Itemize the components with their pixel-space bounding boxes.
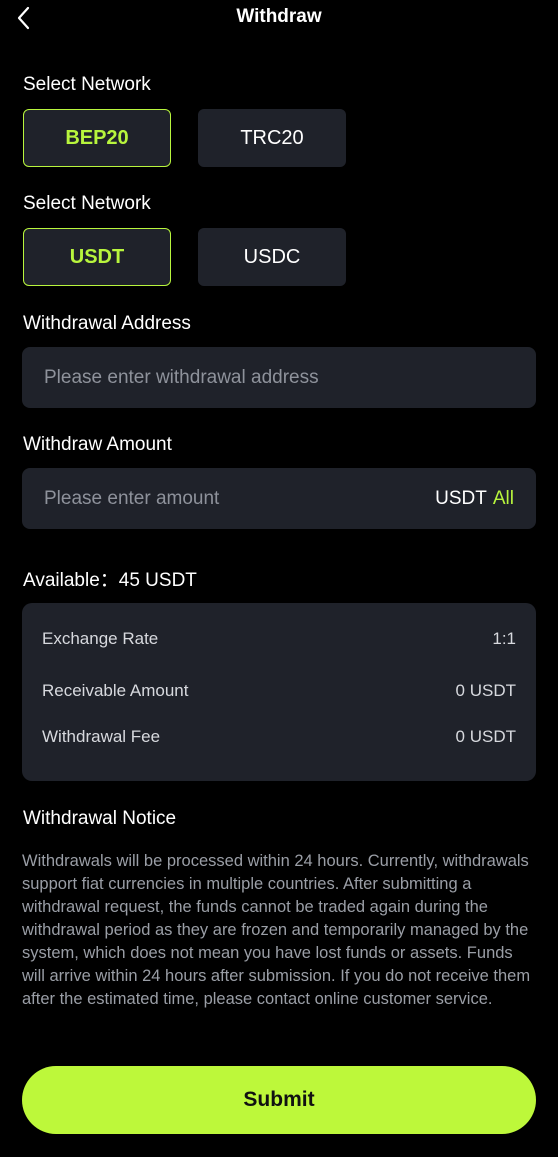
info-card: Exchange Rate 1:1 Receivable Amount 0 US… (22, 603, 536, 781)
available-value: 45 USDT (118, 570, 197, 591)
exchange-rate-label: Exchange Rate (42, 629, 159, 648)
receivable-amount-row: Receivable Amount 0 USDT (42, 679, 516, 703)
receivable-amount-label: Receivable Amount (42, 681, 189, 700)
currency-option-usdt[interactable]: USDT (23, 228, 171, 286)
amount-label: Withdraw Amount (23, 434, 172, 455)
header-bar: Withdraw (0, 0, 558, 36)
available-balance: Available：45 USDT (23, 565, 197, 592)
notice-title: Withdrawal Notice (23, 808, 177, 829)
currency-option-usdc[interactable]: USDC (198, 228, 346, 286)
currency-label: Select Network (23, 193, 151, 214)
receivable-amount-value: 0 USDT (455, 681, 516, 700)
notice-text: Withdrawals will be processed within 24 … (22, 852, 531, 1008)
amount-input[interactable] (44, 468, 404, 529)
withdrawal-fee-label: Withdrawal Fee (42, 727, 161, 746)
withdrawal-fee-value: 0 USDT (455, 727, 516, 746)
network-label: Select Network (23, 74, 151, 95)
address-input[interactable] (44, 347, 514, 408)
submit-button[interactable]: Submit (22, 1066, 536, 1134)
amount-field-container: USDT All (22, 468, 536, 529)
available-label: Available： (23, 570, 119, 591)
all-button[interactable]: All (493, 488, 514, 510)
withdrawal-fee-row: Withdrawal Fee 0 USDT (42, 725, 516, 749)
amount-suffix: USDT All (435, 468, 514, 529)
exchange-rate-row: Exchange Rate 1:1 (42, 627, 516, 651)
amount-currency: USDT (435, 487, 487, 509)
network-option-trc20[interactable]: TRC20 (198, 109, 346, 167)
address-label: Withdrawal Address (23, 313, 191, 334)
address-field-container (22, 347, 536, 408)
page-title: Withdraw (236, 6, 322, 27)
exchange-rate-value: 1:1 (492, 629, 516, 648)
network-option-bep20[interactable]: BEP20 (23, 109, 171, 167)
